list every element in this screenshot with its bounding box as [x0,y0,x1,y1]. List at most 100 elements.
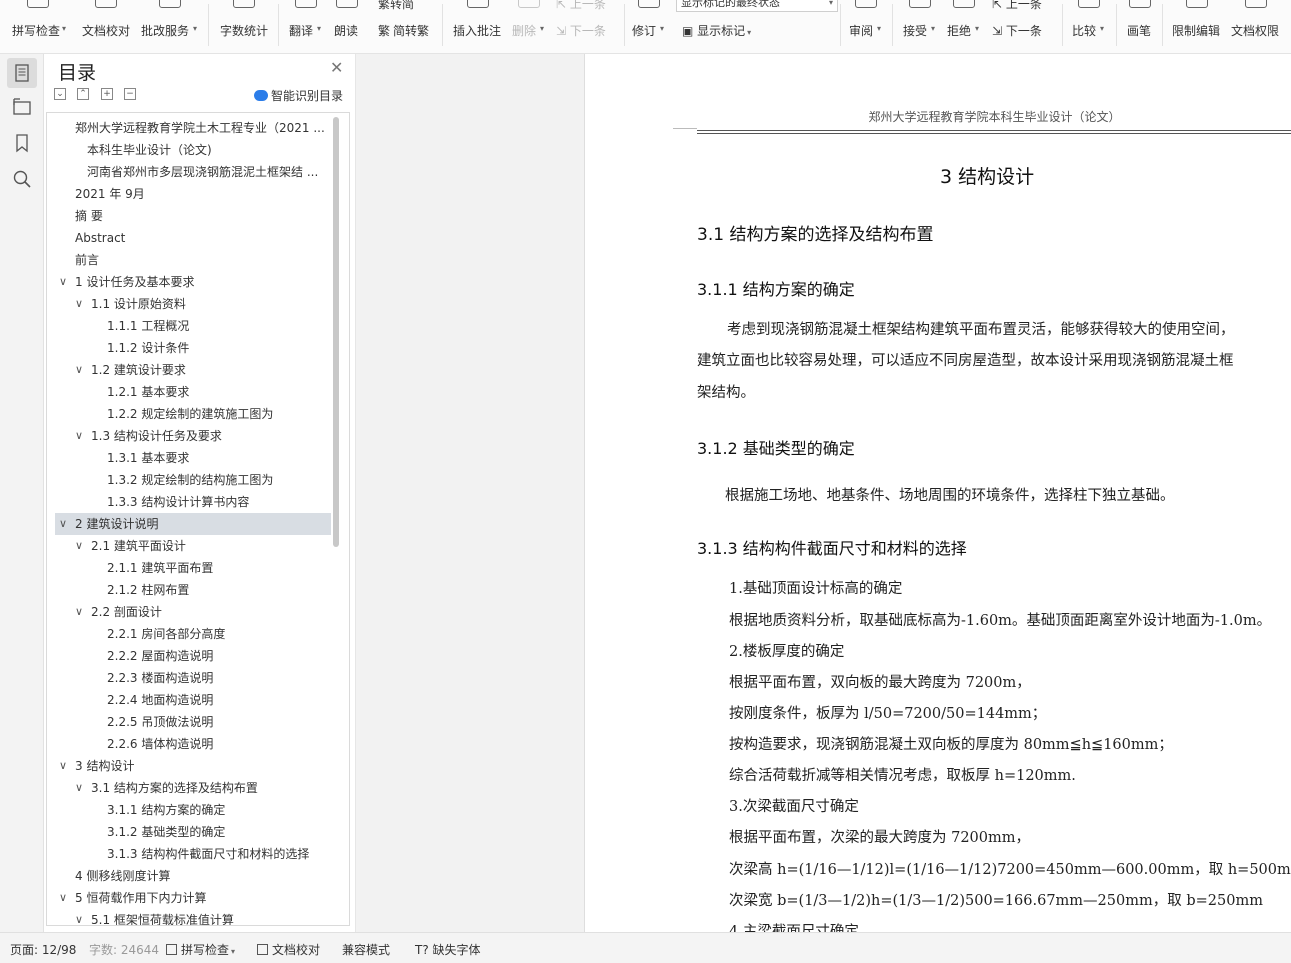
prev-change-button[interactable]: ⇱ 上一条 [992,0,1042,12]
toc-item[interactable]: 1.2.2 规定绘制的建筑施工图为 [55,403,331,425]
paragraph-line: 建筑立面也比较容易处理，可以适应不同房屋造型，故本设计采用现浇钢筋混凝土框 [697,353,1234,369]
markup-state-select[interactable]: 显示标记的最终状态 ▾ [676,0,838,12]
toc-item[interactable]: 2.2.3 楼面构造说明 [55,667,331,689]
toc-item[interactable]: 1.1.1 工程概况 [55,315,331,337]
word-count-button[interactable]: 字数统计 [220,0,268,46]
toc-item[interactable]: 摘 要 [55,205,331,227]
toc-item[interactable]: 河南省郑州市多层现浇钢筋混泥土框架结 ... [55,161,331,183]
toc-item[interactable]: 2.2.1 房间各部分高度 [55,623,331,645]
toc-panel-icon[interactable] [7,58,37,88]
next-comment-button[interactable]: ⇲ 下一条 [556,22,606,39]
toc-item[interactable]: 2.2.5 吊顶做法说明 [55,711,331,733]
toc-scrollbar[interactable] [333,117,339,547]
toc-item[interactable]: 1.2.1 基本要求 [55,381,331,403]
toc-item[interactable]: 3.1.2 基础类型的确定 [55,821,331,843]
show-markup-icon: ▣ [682,24,698,38]
toc-item[interactable]: ∨ 1 设计任务及基本要求 [55,271,331,293]
toc-item[interactable]: ∨ 5 恒荷载作用下内力计算 [55,887,331,909]
remove-toc-icon[interactable]: − [124,88,136,100]
toc-item[interactable]: 前言 [55,249,331,271]
toc-item[interactable]: 2021 年 9月 [55,183,331,205]
toc-item[interactable]: 1.3.1 基本要求 [55,447,331,469]
toc-item-label: 2 建筑设计说明 [75,517,159,531]
spell-check-button[interactable]: 拼写检查 ▾ [12,0,66,46]
reject-button[interactable]: 拒绝 ▾ [947,0,981,46]
chapter-nav-icon[interactable] [11,96,33,118]
toc-item-label: 4 侧移线刚度计算 [75,869,171,883]
toc-item[interactable]: 2.2.2 屋面构造说明 [55,645,331,667]
chevron-down-icon[interactable]: ∨ [75,777,83,799]
chevron-down-icon[interactable]: ∨ [75,535,83,557]
toc-item[interactable]: 2.2.4 地面构造说明 [55,689,331,711]
toc-item-label: 2.2.5 吊顶做法说明 [107,715,214,729]
toc-item[interactable]: ∨ 2 建筑设计说明 [55,513,331,535]
chevron-down-icon[interactable]: ∨ [59,513,67,535]
chevron-down-icon[interactable]: ∨ [59,887,67,909]
doc-proof-status[interactable]: 文档校对 [257,941,320,958]
next-comment-icon: ⇲ [556,24,570,38]
pen-button[interactable]: 画笔 [1127,0,1153,46]
delete-comment-button[interactable]: 删除 ▾ [512,0,546,46]
chevron-down-icon[interactable]: ∨ [75,359,83,381]
chevron-down-icon[interactable]: ∨ [75,909,83,925]
chevron-down-icon[interactable]: ∨ [75,293,83,315]
toc-item[interactable]: 3.1.3 结构构件截面尺寸和材料的选择 [55,843,331,865]
word-count-indicator[interactable]: 字数: 24644 [89,941,159,958]
toc-item[interactable]: ∨ 2.1 建筑平面设计 [55,535,331,557]
paragraph-line: 根据平面布置，次梁的最大跨度为 7200mm， [729,830,1031,846]
revise-service-button[interactable]: 批改服务 ▾ [141,0,199,46]
insert-comment-button[interactable]: 插入批注 [453,0,503,46]
review-button[interactable]: 审阅 ▾ [849,0,883,46]
spell-check-status[interactable]: 拼写检查 ▾ [166,941,235,958]
add-toc-icon[interactable]: + [101,88,113,100]
compat-mode-status[interactable]: 兼容模式 [342,941,390,958]
track-changes-button[interactable]: 修订 ▾ [632,0,666,46]
toc-item[interactable]: 郑州大学远程教育学院土木工程专业（2021 ... [55,117,331,139]
toc-item[interactable]: ∨ 3.1 结构方案的选择及结构布置 [55,777,331,799]
collapse-all-icon[interactable]: ⌄ [54,88,66,100]
track-changes-icon [638,0,660,8]
toc-item[interactable]: 2.1.1 建筑平面布置 [55,557,331,579]
bookmark-icon[interactable] [11,132,33,154]
toc-item[interactable]: 1.1.2 设计条件 [55,337,331,359]
toc-item[interactable]: 3.1.1 结构方案的确定 [55,799,331,821]
toc-item[interactable]: ∨ 5.1 框架恒荷载标准值计算 [55,909,331,925]
toc-item[interactable]: ∨ 1.2 建筑设计要求 [55,359,331,381]
compare-button[interactable]: 比较 ▾ [1072,0,1106,46]
toc-item[interactable]: 1.3.2 规定绘制的结构施工图为 [55,469,331,491]
page-indicator[interactable]: 页面: 12/98 [10,941,76,958]
chevron-down-icon[interactable]: ∨ [75,425,83,447]
read-aloud-button[interactable]: 朗读 [334,0,360,46]
translate-button[interactable]: 翻译 ▾ [289,0,323,46]
prev-comment-button[interactable]: ⇱ 上一条 [556,0,606,12]
doc-permission-button[interactable]: 文档权限 [1231,0,1281,46]
toc-item[interactable]: 本科生毕业设计（论文) [55,139,331,161]
close-icon[interactable]: ✕ [330,58,343,77]
simp-to-trad-button[interactable]: 繁简转繁 [378,22,429,39]
toc-item[interactable]: 1.3.3 结构设计计算书内容 [55,491,331,513]
missing-font-status[interactable]: T? 缺失字体 [415,941,481,958]
trad-to-simp-button[interactable]: 繁转简 [378,0,414,12]
chevron-down-icon[interactable]: ∨ [59,271,67,293]
show-markup-button[interactable]: ▣ 显示标记 ▾ [682,22,751,39]
font-icon: T? [415,943,433,957]
toc-item[interactable]: ∨ 3 结构设计 [55,755,331,777]
next-change-button[interactable]: ⇲ 下一条 [992,22,1042,39]
toc-item[interactable]: 4 侧移线刚度计算 [55,865,331,887]
toc-item[interactable]: ∨ 2.2 剖面设计 [55,601,331,623]
toc-item[interactable]: ∨ 1.1 设计原始资料 [55,293,331,315]
restrict-edit-button[interactable]: 限制编辑 [1172,0,1222,46]
toc-item[interactable]: ∨ 1.3 结构设计任务及要求 [55,425,331,447]
compare-icon [1078,0,1100,8]
expand-up-icon[interactable]: ⌃ [77,88,89,100]
smart-detect-toc-button[interactable]: 智能识别目录 [254,87,343,104]
toc-item[interactable]: 2.2.6 墙体构造说明 [55,733,331,755]
toc-item[interactable]: 2.1.2 柱网布置 [55,579,331,601]
read-aloud-icon [336,0,358,8]
search-icon[interactable] [11,168,33,190]
doc-proof-button[interactable]: 文档校对 [82,0,130,46]
chevron-down-icon[interactable]: ∨ [59,755,67,777]
toc-item[interactable]: Abstract [55,227,331,249]
accept-button[interactable]: 接受 ▾ [903,0,937,46]
chevron-down-icon[interactable]: ∨ [75,601,83,623]
